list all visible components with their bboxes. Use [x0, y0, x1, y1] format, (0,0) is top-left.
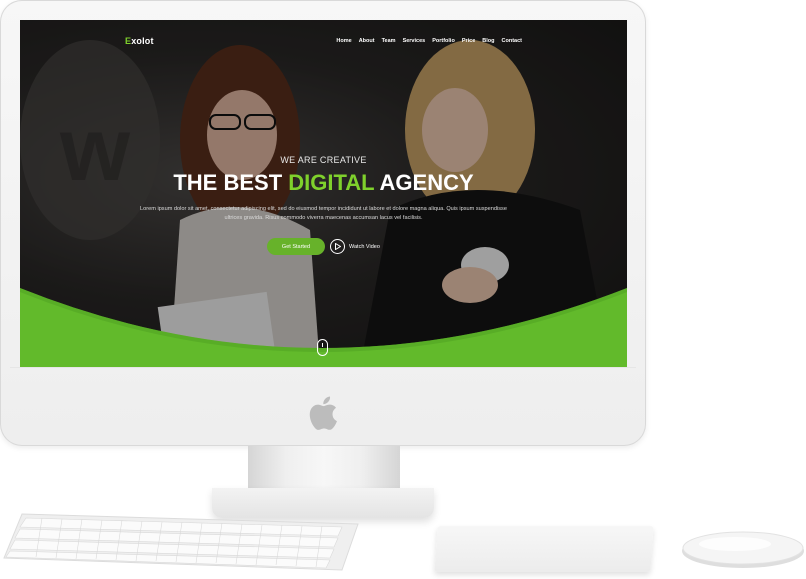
hero-kicker: WE ARE CREATIVE: [280, 155, 367, 165]
main-nav: Home About Team Services Portfolio Price…: [336, 38, 522, 44]
nav-item-price[interactable]: Price: [462, 38, 475, 44]
watch-video-button[interactable]: Watch Video: [330, 238, 380, 255]
monitor-chin-divider: [10, 367, 636, 368]
imac-monitor: w Exolot Home About Team Services Portfo…: [0, 0, 646, 446]
hero-paragraph: Lorem ipsum dolor sit amet, consectetur …: [140, 206, 507, 221]
play-icon: [330, 239, 345, 254]
nav-item-contact[interactable]: Contact: [502, 38, 522, 44]
scroll-wheel: [322, 343, 323, 347]
hero-title-part2: AGENCY: [374, 170, 474, 195]
nav-item-team[interactable]: Team: [382, 38, 396, 44]
apple-logo-icon: [309, 396, 337, 430]
nav-item-portfolio[interactable]: Portfolio: [432, 38, 455, 44]
nav-item-about[interactable]: About: [359, 38, 375, 44]
get-started-button[interactable]: Get Started: [267, 238, 325, 255]
website-screen: w Exolot Home About Team Services Portfo…: [20, 20, 627, 368]
magic-mouse: [682, 531, 804, 568]
hero-title-part1: THE BEST: [173, 170, 289, 195]
nav-item-blog[interactable]: Blog: [482, 38, 494, 44]
logo-text: xolot: [131, 36, 154, 46]
nav-item-home[interactable]: Home: [336, 38, 351, 44]
watch-video-label: Watch Video: [349, 243, 380, 250]
site-logo[interactable]: Exolot: [125, 36, 154, 46]
hero-title: THE BEST DIGITAL AGENCY: [20, 170, 627, 196]
imac-stand-neck: [248, 446, 400, 494]
mouse-scroll-icon[interactable]: [317, 339, 328, 356]
trackpad: [434, 526, 654, 572]
green-wave-shape: [20, 288, 627, 368]
keyboard: [3, 513, 359, 571]
nav-item-services[interactable]: Services: [403, 38, 426, 44]
hero-title-highlight: DIGITAL: [288, 170, 375, 195]
